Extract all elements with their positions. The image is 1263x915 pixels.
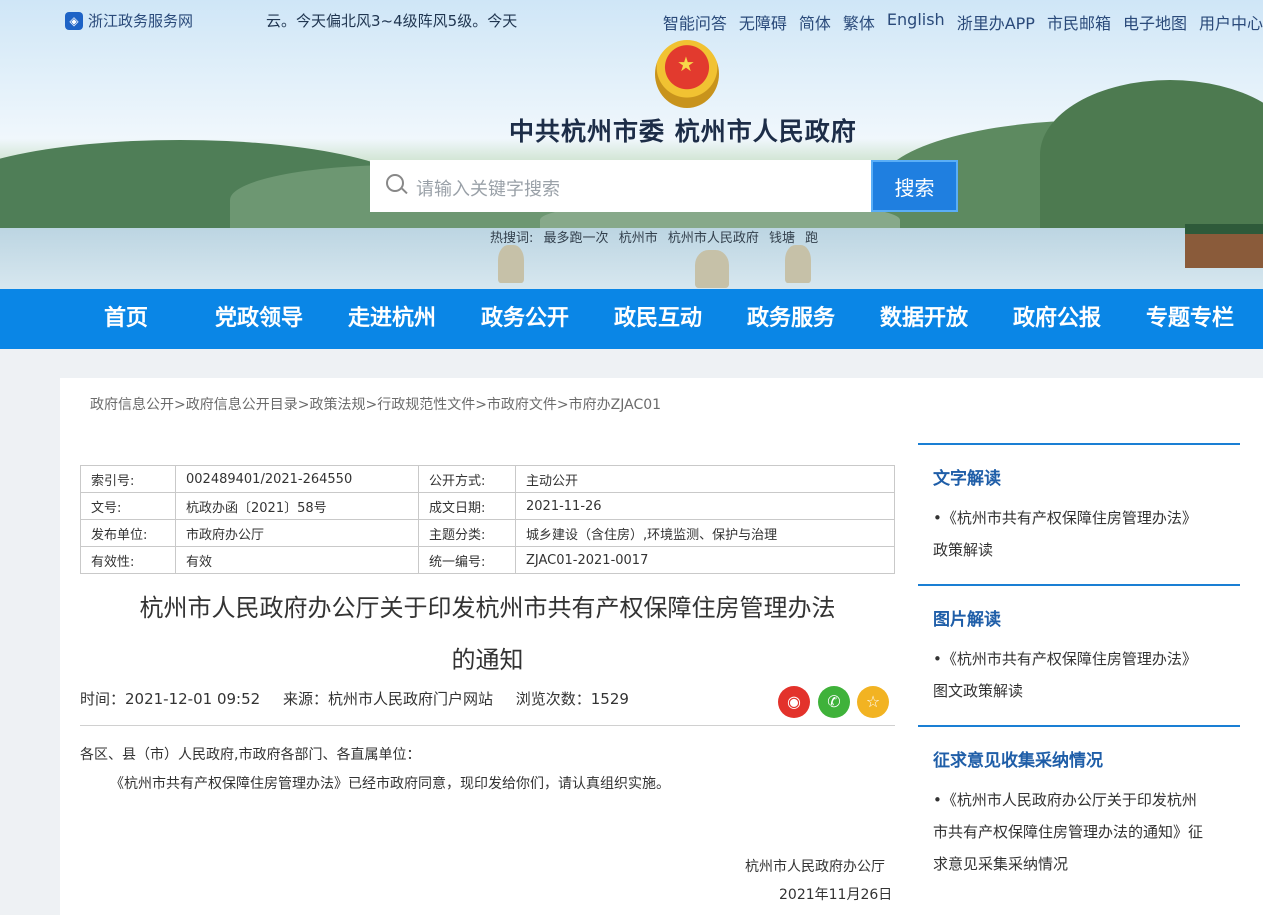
top-links: 智能问答 无障碍 简体 繁体 English 浙里办APP 市民邮箱 电子地图 … bbox=[663, 10, 1263, 34]
meta-value: 有效 bbox=[175, 546, 419, 574]
meta-value: 城乡建设（含住房）,环境监测、保护与治理 bbox=[515, 519, 895, 547]
nav-item-topics[interactable]: 专题专栏 bbox=[1146, 289, 1234, 349]
nav-item-interaction[interactable]: 政民互动 bbox=[614, 289, 702, 349]
emblem-star: ★ bbox=[677, 52, 695, 76]
sidebar-title-text-interpretation: 文字解读 bbox=[933, 469, 1001, 489]
sidebar-link-line[interactable]: 市共有产权保障住房管理办法的通知》征 bbox=[933, 816, 1233, 848]
table-row: 文号: 杭政办函〔2021〕58号 成文日期: 2021-11-26 bbox=[80, 492, 895, 520]
search-placeholder: 请输入关键字搜索 bbox=[416, 179, 560, 200]
nav-item-disclosure[interactable]: 政务公开 bbox=[481, 289, 569, 349]
stone-pagoda bbox=[695, 250, 729, 288]
nav-item-services[interactable]: 政务服务 bbox=[747, 289, 835, 349]
hot-word[interactable]: 杭州市人民政府 bbox=[668, 231, 759, 246]
search-button[interactable]: 搜索 bbox=[871, 160, 958, 212]
sidebar-link[interactable]: •《杭州市共有产权保障住房管理办法》 图文政策解读 bbox=[933, 643, 1233, 707]
site-title: 中共杭州市委 杭州市人民政府 bbox=[509, 117, 857, 146]
publish-time: 时间：2021-12-01 09:52 bbox=[80, 690, 261, 708]
top-link-mail[interactable]: 市民邮箱 bbox=[1047, 10, 1111, 34]
zhejiang-site-link[interactable]: 浙江政务服务网 bbox=[88, 10, 193, 31]
table-row: 有效性: 有效 统一编号: ZJAC01-2021-0017 bbox=[80, 546, 895, 574]
meta-key: 统一编号: bbox=[418, 546, 516, 574]
favorite-icon[interactable]: ☆ bbox=[857, 686, 889, 718]
nav-item-gazette[interactable]: 政府公报 bbox=[1013, 289, 1101, 349]
document-title: 杭州市人民政府办公厅关于印发杭州市共有产权保障住房管理办法 的通知 bbox=[80, 582, 895, 686]
wechat-share-icon[interactable]: ✆ bbox=[818, 686, 850, 718]
top-link-qa[interactable]: 智能问答 bbox=[663, 10, 727, 34]
sidebar-link-line[interactable]: •《杭州市人民政府办公厅关于印发杭州 bbox=[933, 784, 1233, 816]
meta-value: ZJAC01-2021-0017 bbox=[515, 546, 895, 574]
document-info: 时间：2021-12-01 09:52 来源：杭州市人民政府门户网站 浏览次数：… bbox=[80, 688, 647, 709]
nav-item-open-data[interactable]: 数据开放 bbox=[880, 289, 968, 349]
top-link-simplified[interactable]: 简体 bbox=[799, 10, 831, 34]
nav-item-leaders[interactable]: 党政领导 bbox=[215, 289, 303, 349]
document-meta-table: 索引号: 002489401/2021-264550 公开方式: 主动公开 文号… bbox=[80, 465, 895, 574]
hot-word[interactable]: 杭州市 bbox=[619, 231, 658, 246]
meta-key: 成文日期: bbox=[418, 492, 516, 520]
sidebar-link-line[interactable]: •《杭州市共有产权保障住房管理办法》 bbox=[933, 643, 1233, 675]
meta-key: 索引号: bbox=[80, 465, 176, 493]
view-count: 浏览次数：1529 bbox=[515, 690, 629, 708]
main-nav: 首页 党政领导 走进杭州 政务公开 政民互动 政务服务 数据开放 政府公报 专题… bbox=[0, 289, 1263, 349]
meta-value: 市政府办公厅 bbox=[175, 519, 419, 547]
document-title-line: 杭州市人民政府办公厅关于印发杭州市共有产权保障住房管理办法 bbox=[139, 594, 836, 622]
sidebar-link[interactable]: •《杭州市人民政府办公厅关于印发杭州 市共有产权保障住房管理办法的通知》征 求意… bbox=[933, 784, 1233, 880]
top-link-map[interactable]: 电子地图 bbox=[1123, 10, 1187, 34]
nav-item-about[interactable]: 走进杭州 bbox=[348, 289, 436, 349]
hot-word[interactable]: 最多跑一次 bbox=[544, 231, 609, 246]
nav-item-home[interactable]: 首页 bbox=[104, 289, 148, 349]
sidebar-title-feedback: 征求意见收集采纳情况 bbox=[933, 751, 1103, 771]
document-title-line: 的通知 bbox=[451, 646, 524, 674]
divider bbox=[80, 725, 895, 726]
national-emblem-icon: ★ bbox=[655, 40, 719, 108]
top-link-english[interactable]: English bbox=[887, 10, 945, 34]
sidebar-link-line[interactable]: •《杭州市共有产权保障住房管理办法》 bbox=[933, 502, 1233, 534]
pleasure-boat bbox=[1185, 224, 1263, 268]
sidebar-link[interactable]: •《杭州市共有产权保障住房管理办法》 政策解读 bbox=[933, 502, 1233, 566]
weibo-share-icon[interactable]: ◉ bbox=[778, 686, 810, 718]
top-bar: ◈ 浙江政务服务网 云。今天偏北风3~4级阵风5级。今天 智能问答 无障碍 简体… bbox=[0, 0, 1263, 42]
meta-key: 发布单位: bbox=[80, 519, 176, 547]
meta-value: 002489401/2021-264550 bbox=[175, 465, 419, 493]
weather-ticker: 云。今天偏北风3~4级阵风5级。今天 bbox=[266, 12, 518, 30]
stone-pagoda bbox=[785, 245, 811, 283]
top-link-app[interactable]: 浙里办APP bbox=[957, 10, 1035, 34]
stone-pagoda bbox=[498, 245, 524, 283]
top-link-user-center[interactable]: 用户中心 bbox=[1199, 10, 1263, 34]
sidebar-link-line[interactable]: 政策解读 bbox=[933, 534, 1233, 566]
top-link-traditional[interactable]: 繁体 bbox=[843, 10, 875, 34]
signed-date: 2021年11月26日 bbox=[779, 887, 893, 903]
meta-key: 主题分类: bbox=[418, 519, 516, 547]
breadcrumb[interactable]: 政府信息公开>政府信息公开目录>政策法规>行政规范性文件>市政府文件>市府办ZJ… bbox=[90, 394, 661, 414]
meta-key: 有效性: bbox=[80, 546, 176, 574]
signer-text: 杭州市人民政府办公厅 bbox=[745, 859, 885, 875]
hot-word[interactable]: 跑 bbox=[805, 231, 818, 246]
document-source: 来源：杭州市人民政府门户网站 bbox=[282, 690, 493, 708]
table-row: 索引号: 002489401/2021-264550 公开方式: 主动公开 bbox=[80, 465, 895, 493]
top-link-accessibility[interactable]: 无障碍 bbox=[739, 10, 787, 34]
search-icon bbox=[386, 174, 404, 192]
table-row: 发布单位: 市政府办公厅 主题分类: 城乡建设（含住房）,环境监测、保护与治理 bbox=[80, 519, 895, 547]
sidebar-title-image-interpretation: 图片解读 bbox=[933, 610, 1001, 630]
meta-value: 2021-11-26 bbox=[515, 492, 895, 520]
meta-value: 杭政办函〔2021〕58号 bbox=[175, 492, 419, 520]
hot-word[interactable]: 钱塘 bbox=[769, 231, 795, 246]
zhejiang-logo-icon[interactable]: ◈ bbox=[65, 12, 83, 30]
hot-words: 热搜词: 最多跑一次 杭州市 杭州市人民政府 钱塘 跑 bbox=[490, 227, 824, 246]
greeting-text: 各区、县（市）人民政府,市政府各部门、各直属单位： bbox=[80, 747, 421, 763]
meta-key: 公开方式: bbox=[418, 465, 516, 493]
sidebar-link-line[interactable]: 图文政策解读 bbox=[933, 675, 1233, 707]
body-paragraph: 《杭州市共有产权保障住房管理办法》已经市政府同意，现印发给你们，请认真组织实施。 bbox=[110, 776, 670, 792]
meta-value: 主动公开 bbox=[515, 465, 895, 493]
hot-words-label: 热搜词: bbox=[490, 231, 534, 246]
landscape-hill bbox=[1040, 80, 1263, 230]
meta-key: 文号: bbox=[80, 492, 176, 520]
sidebar-link-line[interactable]: 求意见采集采纳情况 bbox=[933, 848, 1233, 880]
